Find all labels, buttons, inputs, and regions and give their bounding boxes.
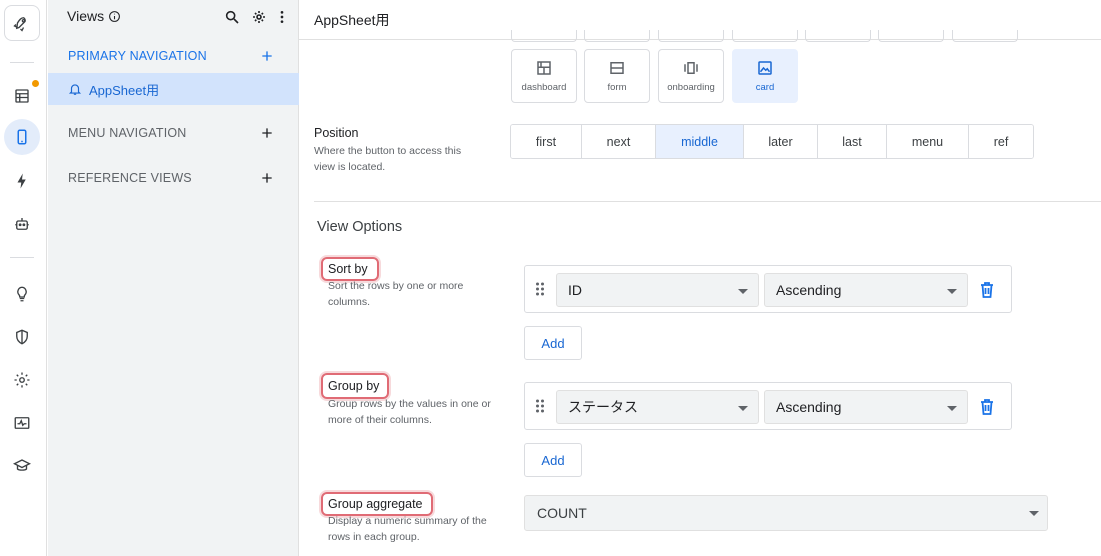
add-primary-view-plus-icon[interactable] [259, 48, 275, 64]
group-order-select[interactable]: Ascending [764, 390, 968, 424]
search-icon[interactable] [224, 9, 240, 25]
group-by-description: Group rows by the values in one or more … [328, 398, 491, 426]
shield-icon[interactable] [4, 319, 40, 355]
views-panel: Views PRIMARY NAVIGATION AppSheet用 MENU … [48, 0, 299, 556]
notification-dot [32, 80, 39, 87]
views-title: Views [67, 8, 105, 24]
gear-icon[interactable] [251, 9, 267, 25]
position-option-menu[interactable]: menu [887, 125, 969, 158]
view-type-form[interactable]: form [584, 49, 650, 103]
view-type-card[interactable]: card [732, 49, 798, 103]
gear-icon[interactable] [4, 362, 40, 398]
group-order-value: Ascending [776, 399, 842, 415]
position-option-first[interactable]: first [511, 125, 582, 158]
dashboard-icon [537, 61, 551, 75]
position-label: Position [314, 126, 359, 140]
main-content: AppSheet用 dashboard form onboarding card… [299, 0, 1101, 556]
sort-column-value: ID [568, 282, 582, 298]
view-type-button-partial[interactable] [658, 30, 724, 42]
view-type-button-partial[interactable] [732, 30, 798, 42]
sort-order-select[interactable]: Ascending [764, 273, 968, 307]
position-description: Where the button to access this view is … [314, 145, 462, 173]
position-option-middle[interactable]: middle [656, 125, 744, 158]
position-option-next[interactable]: next [582, 125, 656, 158]
view-options-title: View Options [317, 219, 403, 235]
chevron-down-icon [738, 289, 748, 294]
view-type-onboarding[interactable]: onboarding [658, 49, 724, 103]
rail-divider [10, 62, 34, 63]
drag-handle-icon[interactable] [535, 399, 545, 413]
section-primary-navigation: PRIMARY NAVIGATION [68, 49, 207, 63]
phone-icon[interactable] [4, 119, 40, 155]
view-type-label: dashboard [521, 82, 567, 93]
view-type-label: form [607, 82, 627, 93]
lightbulb-icon[interactable] [4, 276, 40, 312]
add-group-button[interactable]: Add [524, 443, 582, 477]
chevron-down-icon [947, 289, 957, 294]
position-option-later[interactable]: later [744, 125, 818, 158]
section-divider [314, 201, 1101, 202]
group-by-row: ステータス Ascending [524, 382, 1012, 430]
chevron-down-icon [947, 406, 957, 411]
monitor-pulse-icon[interactable] [4, 405, 40, 441]
view-type-button-partial[interactable] [952, 30, 1018, 42]
bolt-icon[interactable] [4, 163, 40, 199]
group-aggregate-description: Display a numeric summary of the rows in… [328, 515, 487, 543]
info-icon[interactable] [108, 10, 121, 23]
sort-order-value: Ascending [776, 282, 842, 298]
graduation-cap-icon[interactable] [4, 448, 40, 484]
add-menu-view-plus-icon[interactable] [259, 125, 275, 141]
view-type-label: card [755, 82, 775, 93]
view-type-button-partial[interactable] [878, 30, 944, 42]
view-type-dashboard[interactable]: dashboard [511, 49, 577, 103]
delete-icon[interactable] [980, 282, 994, 298]
sort-by-label: Sort by [328, 262, 368, 276]
position-option-last[interactable]: last [818, 125, 887, 158]
group-column-select[interactable]: ステータス [556, 390, 759, 424]
rail-divider [10, 257, 34, 258]
add-reference-view-plus-icon[interactable] [259, 170, 275, 186]
nav-item-label: AppSheet用 [89, 82, 160, 98]
rocket-icon[interactable] [4, 5, 40, 41]
sort-by-description: Sort the rows by one or more columns. [328, 280, 464, 308]
view-type-button-partial[interactable] [584, 30, 650, 42]
more-vert-icon[interactable] [274, 9, 290, 25]
sort-by-row: ID Ascending [524, 265, 1012, 313]
app-title: AppSheet用 [314, 12, 390, 28]
onboarding-icon [684, 62, 698, 74]
group-aggregate-value: COUNT [537, 505, 587, 521]
views-header: Views [67, 8, 121, 24]
form-icon [610, 62, 624, 74]
bell-icon [68, 84, 82, 95]
group-by-label: Group by [328, 379, 380, 393]
chevron-down-icon [738, 406, 748, 411]
position-selector: first next middle later last menu ref [510, 124, 1034, 159]
delete-icon[interactable] [980, 399, 994, 415]
view-type-button-partial[interactable] [511, 30, 577, 42]
section-reference-views: REFERENCE VIEWS [68, 171, 192, 185]
view-type-label: onboarding [667, 82, 715, 93]
chevron-down-icon [1029, 511, 1039, 516]
view-type-button-partial[interactable] [805, 30, 871, 42]
add-sort-button[interactable]: Add [524, 326, 582, 360]
group-aggregate-label: Group aggregate [328, 497, 423, 511]
image-icon [758, 61, 772, 75]
nav-item-appsheet[interactable]: AppSheet用 [48, 73, 299, 105]
position-option-ref[interactable]: ref [969, 125, 1033, 158]
left-icon-rail [0, 0, 47, 556]
section-menu-navigation: MENU NAVIGATION [68, 126, 187, 140]
sort-column-select[interactable]: ID [556, 273, 759, 307]
bot-icon[interactable] [4, 206, 40, 242]
group-column-value: ステータス [568, 399, 638, 415]
group-aggregate-select[interactable]: COUNT [524, 495, 1048, 531]
drag-handle-icon[interactable] [535, 282, 545, 296]
